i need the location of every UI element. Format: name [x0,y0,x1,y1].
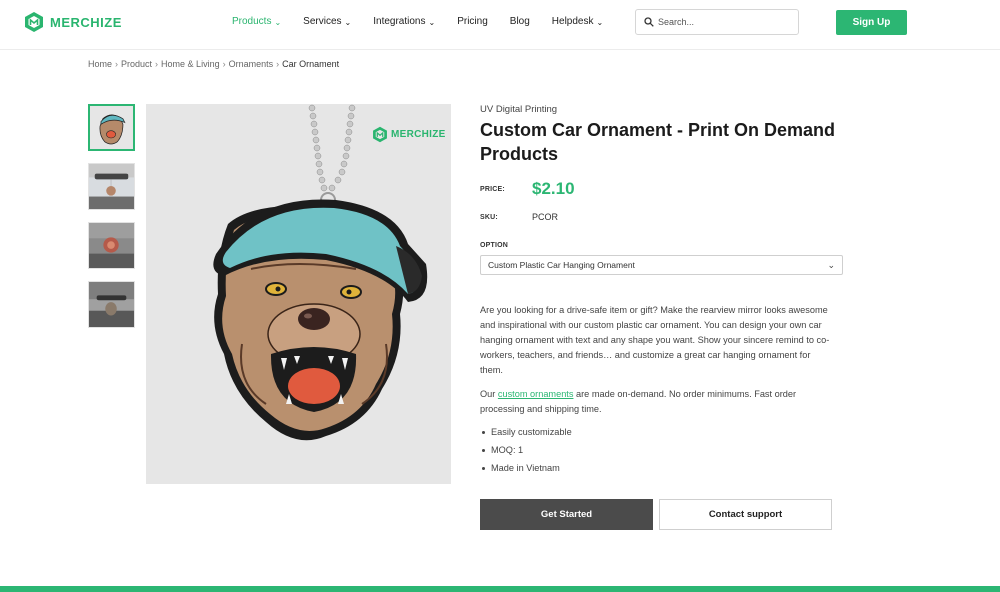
breadcrumb-separator: › [155,59,159,69]
signup-button[interactable]: Sign Up [836,10,907,35]
product-title: Custom Car Ornament - Print On Demand Pr… [480,120,836,164]
get-started-button[interactable]: Get Started [480,499,653,530]
feature-item: Made in Vietnam [480,461,832,476]
thumbnail-list [88,104,135,328]
feature-item: MOQ: 1 [480,443,832,458]
logo[interactable]: MERCHIZE [24,11,122,33]
breadcrumb-home-living[interactable]: Home & Living [161,59,220,69]
nav-item-blog[interactable]: Blog [510,16,530,27]
breadcrumb-separator: › [222,59,226,69]
nav-item-label: Services [303,16,342,27]
thumbnail-2[interactable] [88,163,135,210]
breadcrumb-product[interactable]: Product [121,59,152,69]
footer-accent-bar [0,586,1000,592]
nav-item-services[interactable]: Services ⌄ [303,16,351,27]
option-select[interactable]: Custom Plastic Car Hanging Ornament ⌄ [480,255,843,275]
ondemand-note: Our custom ornaments are made on-demand.… [480,387,832,417]
feature-list: Easily customizable MOQ: 1 Made in Vietn… [480,425,832,476]
breadcrumb-current: Car Ornament [282,59,340,69]
product-price: $2.10 [532,179,575,198]
sku-label: SKU: [480,213,498,221]
note-prefix: Our [480,389,498,399]
thumbnail-1[interactable] [88,104,135,151]
search-box[interactable] [635,9,799,35]
nav-item-label: Integrations [373,16,426,27]
contact-support-button[interactable]: Contact support [659,499,832,530]
feature-item: Easily customizable [480,425,832,440]
thumbnail-image [89,164,134,209]
sku-row: SKU: PCOR [480,212,558,222]
chevron-down-icon: ⌄ [274,18,282,27]
price-label: PRICE: [480,185,505,193]
nav-item-label: Blog [509,16,530,27]
custom-ornaments-link[interactable]: custom ornaments [498,389,574,399]
thumbnail-4[interactable] [88,281,135,328]
option-label: OPTION [480,242,509,249]
logo-icon [25,12,43,32]
chevron-down-icon: ⌄ [428,18,436,27]
nav-item-products[interactable]: Products ⌄ [232,16,281,27]
description-text: Are you looking for a drive-safe item or… [480,305,830,375]
logo-icon [373,126,387,143]
site-header: MERCHIZE Products ⌄ Services ⌄ Integrati… [0,0,1000,50]
chevron-down-icon: ⌄ [827,259,835,270]
nav-item-label: Products [232,16,272,27]
breadcrumb-separator: › [276,59,280,69]
breadcrumb-ornaments[interactable]: Ornaments [229,59,274,69]
search-icon [644,17,654,27]
nav-item-integrations[interactable]: Integrations ⌄ [373,16,435,27]
breadcrumb-home[interactable]: Home [88,59,112,69]
nav-item-helpdesk[interactable]: Helpdesk ⌄ [552,16,603,27]
thumbnail-3[interactable] [88,222,135,269]
car-ornament-illustration [146,104,451,484]
nav-item-pricing[interactable]: Pricing [457,16,488,27]
breadcrumb-separator: › [115,59,119,69]
option-selected-value: Custom Plastic Car Hanging Ornament [488,260,635,270]
nav-item-label: Pricing [457,16,488,27]
search-input[interactable] [658,17,788,27]
main-nav: Products ⌄ Services ⌄ Integrations ⌄ Pri… [232,16,603,27]
thumbnail-image [89,282,134,327]
price-row: PRICE: $2.10 [480,179,575,199]
product-description: Are you looking for a drive-safe item or… [480,303,832,479]
chevron-down-icon: ⌄ [596,18,604,27]
watermark-text: MERCHIZE [391,129,446,140]
breadcrumb: Home › Product › Home & Living › Ornamen… [88,59,339,69]
product-category: UV Digital Printing [480,104,558,115]
thumbnail-image [89,223,134,268]
nav-item-label: Helpdesk [551,16,594,27]
thumbnail-image [90,106,133,149]
chevron-down-icon: ⌄ [344,18,352,27]
product-info: UV Digital Printing Custom Car Ornament … [480,104,844,166]
logo-text: MERCHIZE [50,14,122,30]
product-main-image[interactable]: MERCHIZE [146,104,451,484]
sku-value: PCOR [532,212,559,222]
image-watermark: MERCHIZE [372,126,446,143]
